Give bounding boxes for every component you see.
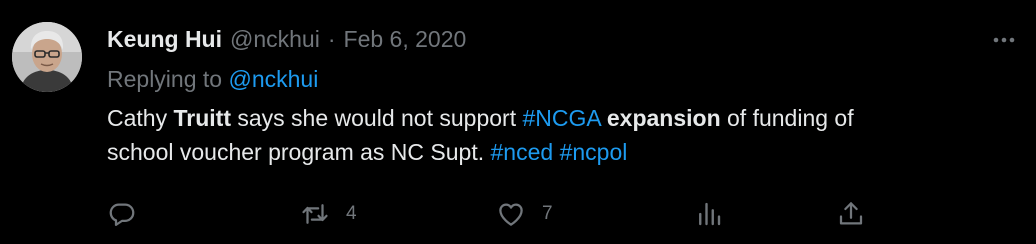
author-name[interactable]: Keung Hui <box>107 24 222 54</box>
text-segment: of funding of <box>720 105 854 131</box>
views-button[interactable] <box>694 196 724 232</box>
text-bold-expansion: expansion <box>606 105 721 131</box>
reply-icon <box>109 203 135 226</box>
more-options-button[interactable] <box>988 30 1020 50</box>
hashtag-ncga[interactable]: #NCGA <box>522 105 600 131</box>
separator-dot: · <box>327 26 336 52</box>
tweet-date[interactable]: Feb 6, 2020 <box>344 24 467 54</box>
author-handle[interactable]: @nckhui <box>230 24 320 54</box>
replying-to: Replying to @nckhui <box>107 64 318 94</box>
like-count: 7 <box>542 203 553 224</box>
heart-icon <box>499 203 523 226</box>
share-button[interactable] <box>836 196 866 232</box>
action-bar: 4 7 <box>0 196 1036 232</box>
hashtag-nced[interactable]: #nced <box>491 139 554 165</box>
retweet-count: 4 <box>346 203 357 224</box>
replying-to-label: Replying to <box>107 66 223 92</box>
avatar[interactable] <box>12 22 82 92</box>
tweet-header: Keung Hui @nckhui · Feb 6, 2020 <box>107 24 466 54</box>
like-button[interactable]: 7 <box>496 196 553 232</box>
tweet-text-line-1: Cathy Truitt says she would not support … <box>107 101 1017 135</box>
retweet-icon <box>302 204 328 224</box>
hashtag-ncpol[interactable]: #ncpol <box>560 139 628 165</box>
text-bold-truitt: Truitt <box>173 105 231 131</box>
reply-button[interactable] <box>107 196 137 232</box>
tweet-text-line-2: school voucher program as NC Supt. #nced… <box>107 135 1017 169</box>
replying-to-handle[interactable]: @nckhui <box>228 66 318 92</box>
tweet-text: Cathy Truitt says she would not support … <box>107 101 1017 169</box>
tweet-card[interactable]: Keung Hui @nckhui · Feb 6, 2020 Replying… <box>0 0 1036 244</box>
text-segment: school voucher program as NC Supt. <box>107 139 491 165</box>
text-segment: says she would not support <box>230 105 523 131</box>
more-icon <box>993 37 1015 43</box>
share-icon <box>839 202 863 225</box>
analytics-icon <box>699 202 721 226</box>
avatar-photo <box>12 22 82 92</box>
text-segment: Cathy <box>107 105 174 131</box>
retweet-button[interactable]: 4 <box>300 196 357 232</box>
